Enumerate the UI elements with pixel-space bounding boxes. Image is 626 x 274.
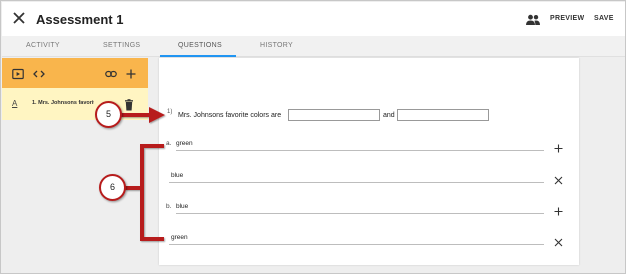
tab-activity[interactable]: ACTIVITY [26, 42, 60, 49]
left-toolbar [2, 58, 148, 88]
plus-icon[interactable] [554, 203, 563, 216]
people-icon[interactable] [526, 13, 540, 25]
page-title: Assessment 1 [36, 12, 124, 27]
active-tab-indicator [160, 55, 236, 57]
close-icon[interactable] [12, 11, 26, 25]
trash-icon[interactable] [124, 98, 134, 111]
save-button[interactable]: SAVE [594, 15, 614, 22]
answer-text[interactable]: green [176, 140, 193, 147]
question-connector: and [383, 112, 395, 119]
answer-text[interactable]: blue [171, 172, 183, 179]
answer-underline [169, 182, 544, 183]
tab-history[interactable]: HISTORY [260, 42, 293, 49]
plus-icon[interactable] [554, 140, 563, 153]
tab-bar: ACTIVITY SETTINGS QUESTIONS HISTORY [2, 36, 625, 57]
close-icon[interactable] [554, 234, 563, 247]
answer-letter: a. [166, 140, 172, 147]
answer-underline [176, 150, 544, 151]
answer-underline [169, 244, 544, 245]
app-bar: Assessment 1 PREVIEW SAVE [2, 2, 625, 36]
tab-questions[interactable]: QUESTIONS [178, 42, 222, 49]
answer-underline [176, 213, 544, 214]
video-icon[interactable] [12, 67, 24, 80]
code-icon[interactable] [33, 67, 45, 79]
blank-input-1[interactable] [288, 109, 380, 121]
preview-button[interactable]: PREVIEW [550, 15, 584, 22]
text-format-icon: A [12, 99, 18, 108]
step6-callout: 6 [99, 174, 126, 201]
question-text: Mrs. Johnsons favorite colors are [178, 112, 282, 119]
answer-text[interactable]: green [171, 234, 188, 241]
question-list-item-label: 1. Mrs. Johnsons favorite [32, 100, 94, 106]
app-window: Assessment 1 PREVIEW SAVE ACTIVITY SETTI… [0, 0, 626, 274]
question-list-item[interactable]: A 1. Mrs. Johnsons favorite [2, 88, 148, 120]
step5-callout: 5 [95, 101, 122, 128]
blank-input-2[interactable] [397, 109, 489, 121]
question-number: 1) [167, 109, 173, 115]
answer-text[interactable]: blue [176, 203, 188, 210]
add-icon[interactable] [125, 67, 137, 79]
question-editor-card [159, 58, 579, 265]
answer-letter: b. [166, 203, 172, 210]
link-icon[interactable] [105, 67, 117, 79]
close-icon[interactable] [554, 172, 563, 185]
tab-settings[interactable]: SETTINGS [103, 42, 140, 49]
